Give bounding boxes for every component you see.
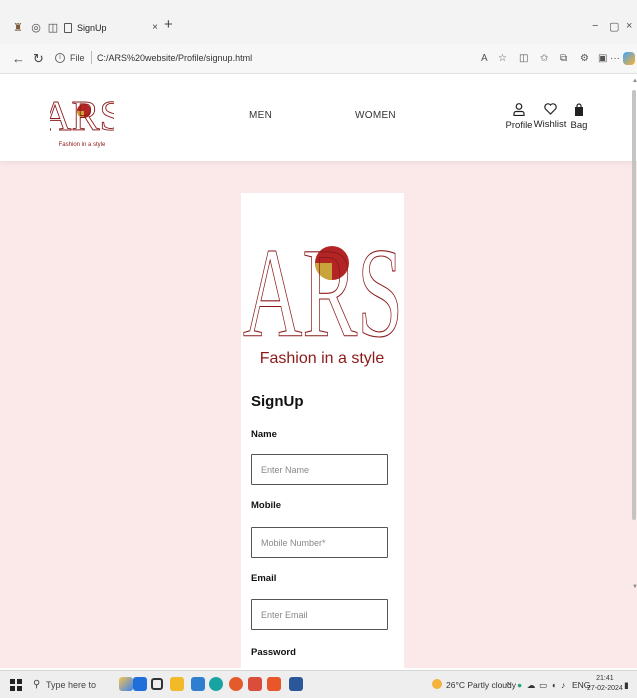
site-header: ARS Fashion in a style MEN WOMEN Profile…: [0, 75, 637, 161]
tray-app-icon[interactable]: ●: [517, 680, 522, 690]
windows-start-icon[interactable]: [10, 679, 22, 691]
page-scrollbar[interactable]: [632, 90, 636, 520]
logo-letters: ARS: [50, 94, 114, 140]
paint-icon[interactable]: [248, 677, 262, 691]
email-input[interactable]: [251, 599, 388, 630]
website-viewport: ARS Fashion in a style MEN WOMEN Profile…: [0, 75, 637, 668]
minimize-button[interactable]: −: [592, 20, 598, 32]
nav-women-link[interactable]: WOMEN: [355, 110, 396, 121]
scroll-up-arrow-icon[interactable]: ▲: [632, 78, 637, 84]
scroll-down-arrow-icon[interactable]: ▼: [632, 584, 637, 590]
clock-date: 27-02-2024: [587, 685, 623, 692]
edge-icon[interactable]: [209, 677, 223, 691]
network-icon[interactable]: ◖: [551, 680, 556, 690]
password-label: Password: [251, 647, 296, 658]
nav-men-link[interactable]: MEN: [249, 110, 272, 121]
clock[interactable]: 21:41 27-02-2024: [587, 674, 623, 694]
browser-essentials-icon[interactable]: ▣: [598, 53, 607, 64]
document-icon: [64, 23, 72, 33]
store-icon[interactable]: [191, 677, 205, 691]
read-aloud-icon[interactable]: A: [481, 53, 488, 64]
name-label: Name: [251, 429, 277, 440]
refresh-icon[interactable]: ↻: [33, 51, 44, 67]
file-explorer-icon[interactable]: [170, 677, 184, 691]
battery-icon[interactable]: ▭: [539, 680, 547, 691]
word-icon[interactable]: [289, 677, 303, 691]
widgets-icon[interactable]: [119, 677, 133, 691]
browser-tab-bar: ♜ ◎ ◫ SignUp × + − ▢ ×: [0, 0, 637, 44]
bag-label: Bag: [570, 120, 588, 131]
profile-avatar-icon[interactable]: ♜: [12, 22, 24, 34]
email-label: Email: [251, 573, 277, 584]
tab-close-icon[interactable]: ×: [152, 19, 158, 37]
notifications-icon[interactable]: ▮: [624, 680, 629, 691]
task-view-icon[interactable]: [151, 678, 163, 690]
address-bar: ← ↻ i File C:/ARS%20website/Profile/sign…: [0, 44, 637, 74]
windows-taskbar: ⚲ Type here to search 26°C Partly cloudy…: [0, 670, 637, 698]
form-title: SignUp: [251, 393, 304, 410]
mobile-input[interactable]: [251, 527, 388, 558]
taskbar-search[interactable]: ⚲ Type here to search: [33, 675, 109, 695]
heart-icon: [543, 103, 557, 115]
signup-card: ARS Fashion in a style SignUp Name Mobil…: [241, 193, 404, 668]
url-field[interactable]: C:/ARS%20website/Profile/signup.html: [97, 53, 252, 63]
logo-tagline-large: Fashion in a style: [260, 350, 385, 367]
favorite-star-icon[interactable]: ☆: [498, 53, 507, 64]
restore-button[interactable]: ▢: [609, 20, 619, 33]
person-app-icon[interactable]: [133, 677, 147, 691]
mobile-label: Mobile: [251, 500, 282, 511]
logo-tagline: Fashion in a style: [59, 142, 106, 148]
name-input[interactable]: [251, 454, 388, 485]
collections-icon[interactable]: ⧉: [560, 53, 567, 64]
more-menu-icon[interactable]: ···: [610, 53, 620, 64]
split-screen-icon[interactable]: ◫: [519, 53, 528, 64]
onedrive-icon[interactable]: ☁: [527, 680, 536, 691]
bag-link[interactable]: Bag: [559, 103, 599, 131]
tab-actions-icon[interactable]: ◫: [47, 22, 59, 34]
copilot-icon[interactable]: [623, 52, 635, 65]
ars-logo-small[interactable]: ARS Fashion in a style: [50, 93, 114, 151]
new-tab-button[interactable]: +: [164, 16, 173, 33]
tab-signup[interactable]: SignUp ×: [64, 19, 158, 41]
extensions-icon[interactable]: ⚙: [580, 53, 589, 64]
favorites-list-icon[interactable]: ✩: [540, 53, 548, 64]
search-icon: ⚲: [33, 679, 41, 690]
url-separator: [91, 51, 92, 64]
logo-letters-large: ARS: [243, 222, 403, 364]
ars-logo-large: ARS Fashion in a style: [242, 221, 403, 367]
info-icon[interactable]: i: [55, 53, 65, 63]
clock-time: 21:41: [596, 675, 614, 682]
tray-overflow-icon[interactable]: ^: [506, 680, 510, 690]
bag-icon: [575, 103, 583, 116]
close-window-button[interactable]: ×: [626, 20, 632, 32]
volume-icon[interactable]: ♪: [561, 680, 565, 690]
person-icon: [513, 103, 525, 116]
back-arrow-icon[interactable]: ←: [12, 51, 25, 66]
weather-icon[interactable]: [432, 679, 442, 689]
workspaces-icon[interactable]: ◎: [30, 22, 42, 34]
file-label: File: [70, 53, 85, 63]
chrome-icon[interactable]: [229, 677, 243, 691]
taskbar-search-placeholder: Type here to search: [46, 680, 97, 690]
screen: ♜ ◎ ◫ SignUp × + − ▢ × ← ↻ i File C:/ARS…: [0, 0, 637, 698]
vscode-icon[interactable]: [267, 677, 281, 691]
tab-title: SignUp: [77, 23, 107, 33]
